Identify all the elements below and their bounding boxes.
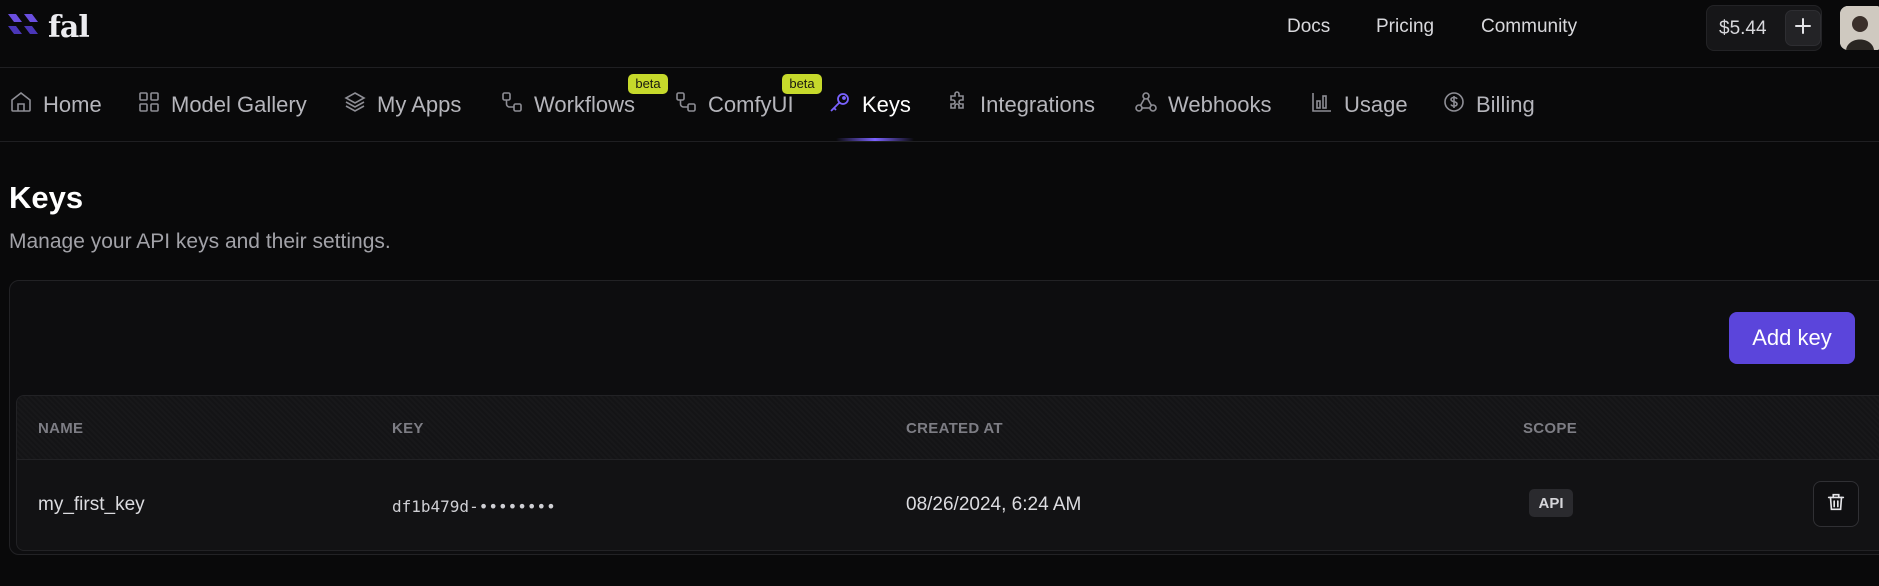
bar-chart-icon <box>1310 90 1334 120</box>
active-tab-indicator <box>836 138 914 141</box>
tab-my-apps[interactable]: My Apps <box>343 90 461 120</box>
key-value: df1b479d-•••••••• <box>392 497 556 516</box>
tab-keys[interactable]: Keys <box>828 90 911 120</box>
tab-home[interactable]: Home <box>9 90 102 120</box>
tab-billing[interactable]: Billing <box>1442 90 1535 120</box>
tab-label: My Apps <box>377 92 462 117</box>
delete-key-button[interactable] <box>1813 481 1859 527</box>
home-icon <box>9 90 33 120</box>
add-key-button[interactable]: Add key <box>1729 312 1855 364</box>
tab-label: Keys <box>862 92 911 117</box>
tab-webhooks[interactable]: Webhooks <box>1134 90 1272 120</box>
created-at: 08/26/2024, 6:24 AM <box>906 494 1082 515</box>
page-title: Keys <box>9 180 84 215</box>
workflow-icon <box>674 90 698 120</box>
grid-icon <box>137 90 161 120</box>
tab-label: Usage <box>1344 92 1408 117</box>
trash-icon <box>1825 491 1847 518</box>
beta-badge: beta <box>628 74 668 94</box>
balance-box: $5.44 <box>1706 5 1822 51</box>
key-name: my_first_key <box>38 494 145 515</box>
keys-table: NAME KEY CREATED AT SCOPE my_first_key d… <box>16 395 1879 551</box>
column-header-name: NAME <box>38 420 84 437</box>
logo[interactable]: fal <box>8 10 90 45</box>
dollar-circle-icon <box>1442 90 1466 120</box>
tab-label: Workflows <box>534 92 636 117</box>
tab-model-gallery[interactable]: Model Gallery <box>137 90 307 120</box>
layers-icon <box>343 90 367 120</box>
page-subtitle: Manage your API keys and their settings. <box>9 230 391 253</box>
avatar[interactable] <box>1840 6 1879 50</box>
balance-amount: $5.44 <box>1719 18 1767 39</box>
pricing-link[interactable]: Pricing <box>1376 16 1434 38</box>
tab-label: Integrations <box>980 92 1095 117</box>
scope-badge: API <box>1529 489 1573 517</box>
tab-comfyui[interactable]: ComfyUI <box>674 90 794 120</box>
tab-label: Billing <box>1476 92 1535 117</box>
fal-logo-icon <box>8 12 40 43</box>
add-funds-button[interactable] <box>1785 10 1821 46</box>
community-link[interactable]: Community <box>1481 16 1577 38</box>
tab-label: ComfyUI <box>708 92 794 117</box>
column-header-created-at: CREATED AT <box>906 420 1003 437</box>
top-bar: fal Docs Pricing Community $5.44 <box>0 0 1879 68</box>
tab-label: Model Gallery <box>171 92 307 117</box>
tab-label: Webhooks <box>1168 92 1272 117</box>
key-icon <box>828 90 852 120</box>
logo-text: fal <box>48 10 90 45</box>
beta-badge: beta <box>782 74 822 94</box>
column-header-key: KEY <box>392 420 424 437</box>
tab-usage[interactable]: Usage <box>1310 90 1408 120</box>
plus-icon <box>1794 17 1812 40</box>
tab-label: Home <box>43 92 102 117</box>
table-header: NAME KEY CREATED AT SCOPE <box>17 396 1879 460</box>
tab-workflows[interactable]: Workflows <box>500 90 635 120</box>
nav-tabs: Home Model Gallery My Apps Workflows bet… <box>0 68 1879 142</box>
puzzle-icon <box>946 90 970 120</box>
tab-integrations[interactable]: Integrations <box>946 90 1095 120</box>
column-header-scope: SCOPE <box>1523 420 1578 437</box>
workflow-icon <box>500 90 524 120</box>
webhook-icon <box>1134 90 1158 120</box>
docs-link[interactable]: Docs <box>1287 16 1330 38</box>
